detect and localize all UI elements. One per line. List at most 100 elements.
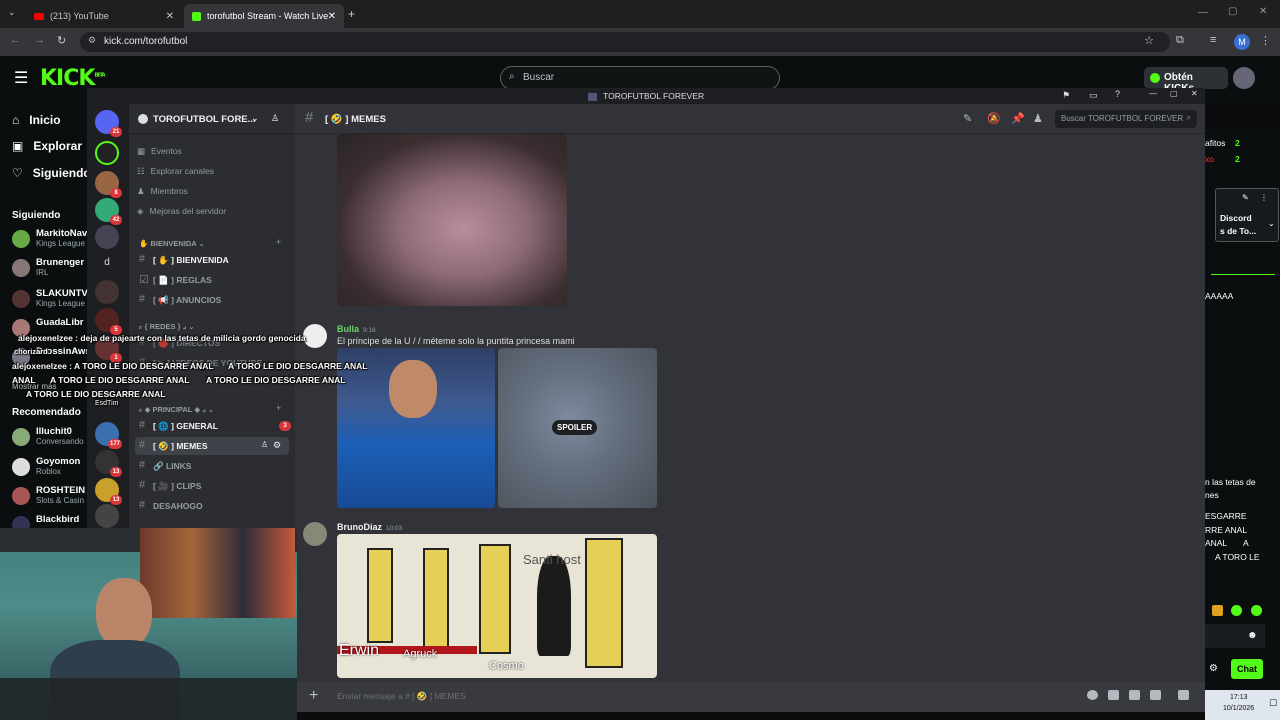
gift-icon[interactable] (1178, 690, 1189, 700)
server-icon[interactable]: 177 (95, 422, 122, 449)
message-author[interactable]: BrunoDiaz 10:03 (337, 522, 402, 532)
recommended-channel[interactable]: ROSHTEIN Slots & Casin (12, 485, 92, 509)
meme-image[interactable]: Santi host Erwin Agruck Cosmo (337, 534, 657, 678)
invite-icon[interactable]: ♙ (261, 440, 268, 449)
message-image[interactable] (337, 348, 495, 508)
recommended-channel[interactable]: Goyomon Roblox (12, 456, 92, 480)
restore-icon[interactable]: ▢ (1228, 6, 1237, 17)
get-kicks-button[interactable]: Obtén KICKs (1144, 67, 1228, 94)
bookmark-star-icon[interactable]: ☆ (1144, 34, 1154, 47)
add-attachment-icon[interactable]: + (309, 687, 318, 705)
chevron-down-icon[interactable]: ⌄ (1268, 219, 1275, 228)
inbox-icon[interactable]: ▭ (1089, 90, 1098, 101)
threads-icon[interactable]: ✎ (963, 112, 972, 125)
server-item-boosts[interactable]: ◈ Mejoras del servidor (137, 206, 226, 217)
settings-gear-icon[interactable]: ⚙ (1209, 663, 1218, 674)
hamburger-menu-icon[interactable]: ☰ (14, 68, 28, 88)
close-tab-icon[interactable]: ✕ (328, 11, 336, 22)
help-icon[interactable]: ? (1115, 89, 1120, 99)
close-icon[interactable]: ✕ (1191, 89, 1198, 98)
kick-search-input[interactable]: ⌕ Buscar (500, 66, 780, 90)
maximize-icon[interactable]: ▢ (1170, 89, 1178, 98)
server-icon[interactable]: 13 (95, 450, 122, 477)
pin-icon[interactable]: 📌 (1011, 112, 1025, 125)
discord-home-icon[interactable]: 21 (95, 110, 122, 137)
flag-icon[interactable]: ⚑ (1062, 90, 1070, 101)
tab-youtube[interactable]: (213) YouTube ✕ (26, 4, 182, 28)
channel-general[interactable]: #[ 🌐 ] GENERAL 3 (135, 417, 291, 435)
server-item-events[interactable]: ▦ Eventos (137, 146, 182, 157)
close-window-icon[interactable]: ✕ (1259, 6, 1267, 17)
channel-bienvenida[interactable]: #[ ✋ ] BIENVENIDA (135, 251, 289, 269)
settings-gear-icon[interactable]: ⚙ (273, 440, 281, 451)
new-tab-icon[interactable]: + (348, 7, 355, 21)
server-letter-icon[interactable]: d (95, 252, 119, 276)
minimize-icon[interactable]: — (1198, 7, 1208, 18)
tab-list-chevron-icon[interactable]: ⌄ (8, 7, 16, 18)
members-list-icon[interactable]: ♟ (1033, 112, 1043, 125)
nav-siguiendo[interactable]: ♡ Siguiendo (12, 166, 91, 180)
server-icon[interactable]: 5 (95, 308, 122, 335)
category-bienvenida[interactable]: ✋ BIENVENIDA ⌄ (139, 239, 205, 248)
server-icon[interactable] (95, 504, 119, 528)
channel-clips[interactable]: #[ 🎥 ] CLIPS (135, 477, 289, 495)
close-tab-icon[interactable]: ✕ (166, 11, 174, 22)
server-icon[interactable]: 42 (95, 198, 122, 225)
browser-menu-icon[interactable]: ⋮ (1260, 34, 1271, 47)
profile-avatar[interactable]: M (1234, 34, 1250, 50)
pinned-discord-card[interactable]: ✎ ⋮ Discord s de To... ⌄ (1215, 188, 1279, 242)
url-field[interactable]: ⚙ kick.com/torofutbol ☆ (80, 32, 1170, 52)
reload-icon[interactable]: ↻ (57, 34, 66, 47)
emote-icon[interactable] (1212, 605, 1223, 616)
server-icon[interactable] (95, 141, 119, 165)
add-channel-icon[interactable]: + (276, 237, 281, 247)
channel-links[interactable]: # 🔗 LINKS (135, 457, 289, 475)
reading-list-icon[interactable]: ≡ (1210, 34, 1216, 46)
server-item-members[interactable]: ♟ Miembros (137, 186, 188, 197)
image-icon[interactable] (1150, 690, 1161, 700)
channel-desahogo[interactable]: # DESAHOGO (135, 497, 289, 515)
emote-icon[interactable] (1231, 605, 1242, 616)
server-item-browse-channels[interactable]: ☷ Explorar canales (137, 166, 214, 177)
avatar[interactable] (303, 324, 327, 348)
add-channel-icon[interactable]: + (276, 403, 281, 413)
channel-memes[interactable]: #[ 🤣 ] MEMES ♙ ⚙ (135, 437, 289, 455)
emoji-icon[interactable] (1087, 690, 1098, 700)
back-icon[interactable]: ← (10, 34, 21, 46)
tab-kick[interactable]: torofutbol Stream - Watch Live ✕ (184, 4, 344, 28)
mute-icon[interactable]: 🔕 (987, 112, 1001, 125)
nav-explorar[interactable]: ▣ Explorar (12, 139, 82, 153)
category-redes[interactable]: ⟔ { REDES } ⟓ ⌄ (139, 322, 195, 332)
spoiler-image[interactable]: SPOILER (498, 348, 657, 508)
channel-reglas[interactable]: ☑[ 📄 ] REGLAS (135, 271, 289, 289)
server-icon[interactable] (95, 225, 119, 249)
extensions-icon[interactable]: ⧉ (1176, 34, 1184, 47)
nav-inicio[interactable]: ⌂ Inicio (12, 113, 61, 127)
more-icon[interactable]: ⋮ (1260, 193, 1268, 202)
message-author[interactable]: Bulla 9:18 (337, 324, 376, 334)
emote-icon[interactable] (1251, 605, 1262, 616)
forward-icon[interactable]: → (34, 34, 45, 46)
discord-search-input[interactable]: Buscar TOROFUTBOL FOREVER ⌕ (1055, 110, 1197, 128)
message-image[interactable] (337, 134, 567, 306)
following-channel[interactable]: Brunenger IRL (12, 257, 92, 281)
chat-send-button[interactable]: Chat (1231, 659, 1263, 679)
notification-icon[interactable]: ☐ (1269, 698, 1277, 709)
server-icon[interactable]: 8 (95, 171, 122, 198)
minimize-icon[interactable]: — (1149, 89, 1157, 98)
channel-anuncios[interactable]: #[ 📢 ] ANUNCIOS (135, 291, 289, 309)
gif-icon[interactable] (1108, 690, 1119, 700)
server-icon[interactable]: 13 (95, 478, 122, 505)
category-principal[interactable]: ⟔ ◆ PRINCIPAL ◆ ⟓ ⌄ (139, 405, 214, 415)
recommended-channel[interactable]: Illuchit0 Conversando (12, 426, 92, 450)
server-icon[interactable] (95, 280, 119, 304)
following-channel[interactable]: SLAKUNTV Kings League (12, 288, 92, 312)
emoji-icon[interactable]: ☻ (1247, 630, 1258, 641)
sticker-icon[interactable] (1129, 690, 1140, 700)
message-composer[interactable]: + Enviar mensaje a # [ 🤣 ] MEMES (297, 682, 1205, 712)
avatar[interactable] (303, 522, 327, 546)
add-member-icon[interactable]: ♙ (271, 113, 279, 124)
following-channel[interactable]: MarkitoNav Kings League (12, 228, 92, 252)
user-avatar[interactable] (1233, 67, 1255, 89)
server-header[interactable]: TOROFUTBOL FORE... ⌄ ♙ (129, 104, 295, 134)
